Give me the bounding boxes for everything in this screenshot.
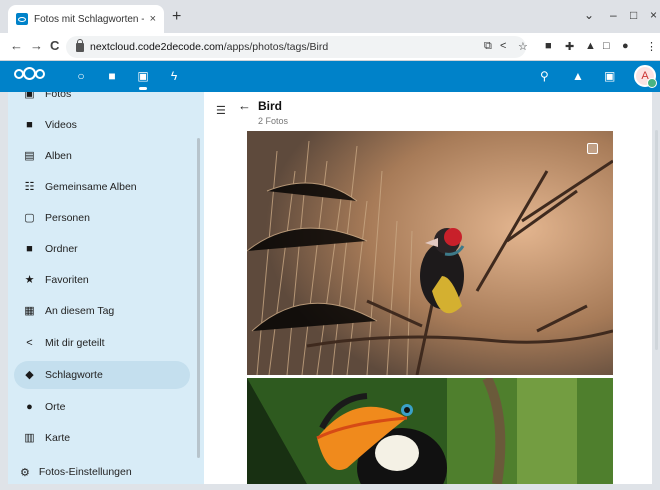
bookmark-star-icon[interactable]: ☆ bbox=[518, 40, 528, 53]
install-app-icon[interactable]: ⧉ bbox=[484, 40, 492, 53]
photo-count: 2 Fotos bbox=[258, 116, 289, 126]
map-marker-icon: ● bbox=[26, 400, 33, 413]
share-icon: < bbox=[26, 336, 33, 349]
toucan-photo[interactable] bbox=[247, 378, 613, 484]
back-arrow-icon[interactable]: ← bbox=[238, 98, 251, 113]
close-window-button[interactable]: × bbox=[650, 8, 657, 22]
active-app-indicator bbox=[139, 87, 147, 90]
nextcloud-header: ○ ■ ▣ ϟ ⚲ ▲ ▣ bbox=[0, 61, 660, 92]
sidebar-item-label: Schlagworte bbox=[45, 369, 103, 381]
sidebar-item-alben[interactable]: ▤ Alben bbox=[14, 142, 190, 170]
image-icon: ▣ bbox=[24, 92, 35, 100]
sidebar-item-personen[interactable]: ▢ Personen bbox=[14, 204, 190, 232]
reload-button[interactable]: C bbox=[50, 38, 59, 53]
map-icon: ▥ bbox=[24, 431, 35, 444]
tab-search-icon[interactable]: ⌄ bbox=[584, 8, 594, 22]
sidebar-item-mit-dir-geteilt[interactable]: < Mit dir geteilt bbox=[14, 329, 190, 357]
lock-icon[interactable] bbox=[76, 38, 84, 52]
browser-tab[interactable]: Fotos mit Schlagworten - Fo × bbox=[8, 5, 164, 33]
share-icon[interactable]: < bbox=[500, 40, 506, 52]
app-navigation: ▣ Fotos ■ Videos ▤ Alben ☷ Gemeinsame Alben … bbox=[8, 92, 204, 484]
sidebar-item-fotos[interactable]: ▣ Fotos bbox=[14, 92, 190, 108]
nextcloud-logo[interactable] bbox=[14, 67, 45, 80]
sidepanel-icon[interactable]: □ bbox=[603, 40, 610, 52]
select-photo-checkbox[interactable] bbox=[587, 143, 598, 154]
gear-icon: ⚙ bbox=[20, 466, 30, 479]
nextcloud-favicon-icon bbox=[16, 13, 28, 25]
tag-icon: ◆ bbox=[25, 368, 34, 381]
extension-icon[interactable]: ■ bbox=[545, 40, 552, 52]
folder-icon: ■ bbox=[26, 242, 33, 255]
sidebar-item-label: Karte bbox=[45, 432, 71, 444]
activity-app-icon[interactable]: ϟ bbox=[167, 69, 181, 83]
sidebar-item-gemeinsame-alben[interactable]: ☷ Gemeinsame Alben bbox=[14, 173, 190, 201]
sidebar-item-favoriten[interactable]: ★ Favoriten bbox=[14, 266, 190, 294]
contacts-icon[interactable]: ▣ bbox=[604, 69, 615, 83]
sidebar-item-ordner[interactable]: ■ Ordner bbox=[14, 235, 190, 263]
sidebar-item-label: Gemeinsame Alben bbox=[45, 181, 137, 193]
settings-label: Fotos-Einstellungen bbox=[38, 466, 132, 478]
sidebar-item-videos[interactable]: ■ Videos bbox=[14, 111, 190, 139]
puzzle-extensions-icon[interactable]: ✚ bbox=[565, 40, 574, 53]
album-icon: ▤ bbox=[24, 149, 35, 162]
main-scrollbar[interactable] bbox=[655, 130, 658, 350]
sidebar-item-label: Mit dir geteilt bbox=[45, 337, 105, 349]
photos-settings-button[interactable]: ⚙ Fotos-Einstellungen bbox=[8, 460, 204, 484]
browser-menu-icon[interactable]: ⋮ bbox=[646, 40, 657, 53]
minimize-button[interactable]: – bbox=[610, 8, 617, 22]
browser-tab-strip: Fotos mit Schlagworten - Fo × + ⌄ – □ × bbox=[0, 0, 660, 33]
sidebar-item-label: Fotos bbox=[45, 92, 72, 100]
search-icon[interactable]: ⚲ bbox=[540, 69, 549, 83]
profile-icon[interactable]: ● bbox=[622, 40, 629, 52]
sidebar-item-label: Videos bbox=[45, 119, 77, 131]
calendar-icon: ▦ bbox=[24, 304, 35, 317]
sidebar-item-label: Favoriten bbox=[45, 274, 89, 286]
flask-icon[interactable]: ▲ bbox=[585, 40, 596, 52]
page-title: Bird bbox=[258, 99, 282, 113]
sidebar-scrollbar[interactable] bbox=[197, 138, 200, 458]
browser-toolbar: ← → C nextcloud.code2decode.com/apps/pho… bbox=[0, 33, 660, 61]
new-tab-button[interactable]: + bbox=[172, 9, 181, 25]
sidebar-item-an-diesem-tag[interactable]: ▦ An diesem Tag bbox=[14, 297, 190, 325]
star-icon: ★ bbox=[24, 273, 35, 286]
people-icon: ▢ bbox=[24, 211, 35, 224]
navigation-toggle-icon[interactable]: ☰ bbox=[216, 104, 226, 117]
sidebar-item-schlagworte[interactable]: ◆ Schlagworte bbox=[14, 361, 190, 389]
sidebar-item-label: Ordner bbox=[45, 243, 78, 255]
sidebar-item-orte[interactable]: ● Orte bbox=[14, 393, 190, 421]
address-bar[interactable]: nextcloud.code2decode.com/apps/photos/ta… bbox=[66, 36, 526, 58]
sidebar-item-label: Alben bbox=[45, 150, 72, 162]
sidebar-item-label: Personen bbox=[45, 212, 90, 224]
forward-button[interactable]: → bbox=[30, 38, 43, 53]
tab-title: Fotos mit Schlagworten - Fo bbox=[34, 13, 144, 25]
video-icon: ■ bbox=[26, 118, 33, 131]
back-button[interactable]: ← bbox=[10, 38, 23, 53]
shared-albums-icon: ☷ bbox=[24, 180, 35, 193]
url-text: nextcloud.code2decode.com/apps/photos/ta… bbox=[90, 41, 328, 53]
url-host: nextcloud.code2decode.com bbox=[90, 41, 224, 53]
sidebar-item-karte[interactable]: ▥ Karte bbox=[14, 424, 190, 452]
toucan-photo-illustration bbox=[247, 378, 613, 484]
sidebar-item-label: An diesem Tag bbox=[45, 305, 115, 317]
photos-app-icon[interactable]: ▣ bbox=[136, 69, 150, 83]
tab-close-icon[interactable]: × bbox=[150, 13, 156, 25]
bird-on-branch-photo[interactable] bbox=[247, 131, 613, 375]
maximize-button[interactable]: □ bbox=[630, 8, 637, 22]
user-avatar[interactable]: A bbox=[634, 65, 657, 88]
bird-photo-illustration bbox=[247, 131, 613, 375]
url-path: /apps/photos/tags/Bird bbox=[223, 41, 329, 53]
notifications-bell-icon[interactable]: ▲ bbox=[572, 69, 584, 83]
files-app-icon[interactable]: ■ bbox=[105, 69, 119, 83]
sidebar-item-label: Orte bbox=[45, 401, 66, 413]
dashboard-app-icon[interactable]: ○ bbox=[74, 69, 88, 83]
